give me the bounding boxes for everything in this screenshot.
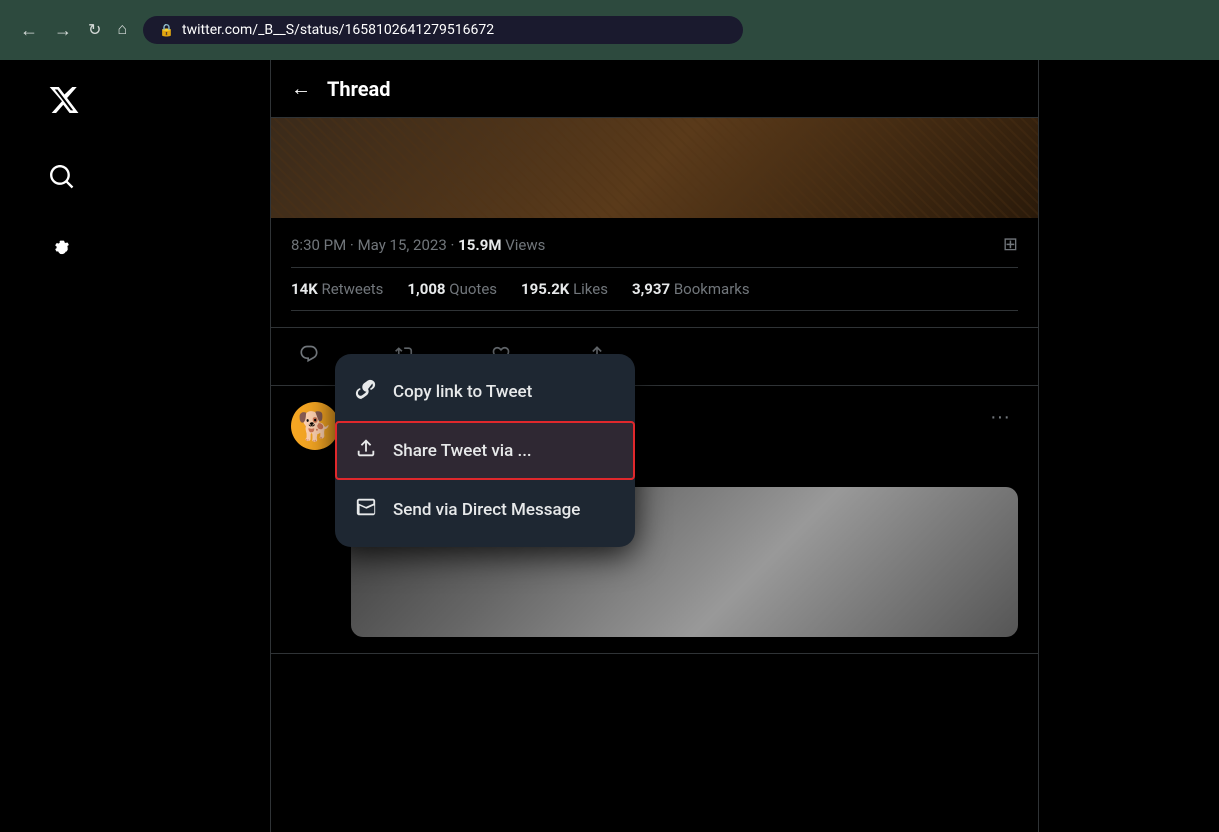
stat-bookmarks: 3,937 Bookmarks: [632, 280, 750, 298]
sidebar-item-settings[interactable]: [40, 228, 84, 279]
nav-buttons: ← → ↻ ⌂: [16, 16, 131, 45]
avatar: 🐕: [291, 402, 339, 450]
share-tweet-item[interactable]: Share Tweet via ...: [335, 421, 635, 480]
thread-title: Thread: [327, 77, 391, 101]
home-button[interactable]: ⌂: [113, 17, 131, 43]
avatar-image: 🐕: [298, 410, 333, 443]
time-views-row: 8:30 PM · May 15, 2023 · 15.9M Views ⊞: [291, 234, 1018, 255]
views-icon: ⊞: [1003, 234, 1018, 255]
forward-button[interactable]: →: [50, 16, 76, 45]
address-bar[interactable]: 🔒 twitter.com/_B__S/status/1658102641279…: [143, 16, 743, 44]
sidebar-item-explore[interactable]: [40, 155, 84, 204]
app-container: ← Thread 8:30 PM · May 15, 2023 · 15.9M …: [0, 60, 1219, 832]
sidebar: [0, 60, 270, 832]
share-tweet-label: Share Tweet via ...: [393, 441, 532, 461]
action-bar: Copy link to Tweet Share Tweet via ...: [271, 328, 1038, 386]
stat-retweets: 14K Retweets: [291, 280, 383, 298]
copy-link-icon: [355, 378, 377, 405]
main-content: ← Thread 8:30 PM · May 15, 2023 · 15.9M …: [270, 60, 1039, 832]
copy-link-item[interactable]: Copy link to Tweet: [335, 362, 635, 421]
send-dm-item[interactable]: Send via Direct Message: [335, 480, 635, 539]
share-dropdown: Copy link to Tweet Share Tweet via ...: [335, 354, 635, 547]
tweet-time: 8:30 PM · May 15, 2023 · 15.9M Views: [291, 236, 545, 254]
thread-header: ← Thread: [271, 60, 1038, 118]
twitter-logo[interactable]: [40, 76, 88, 131]
send-dm-label: Send via Direct Message: [393, 500, 580, 520]
more-options-button[interactable]: ···: [982, 402, 1018, 433]
back-button[interactable]: ←: [16, 16, 42, 45]
right-panel: [1039, 60, 1219, 832]
copy-link-label: Copy link to Tweet: [393, 382, 532, 402]
tweet-image: [271, 118, 1038, 218]
stat-likes: 195.2K Likes: [521, 280, 608, 298]
tweet-metadata: 8:30 PM · May 15, 2023 · 15.9M Views ⊞ 1…: [271, 218, 1038, 328]
lock-icon: 🔒: [159, 23, 174, 37]
browser-chrome: ← → ↻ ⌂ 🔒 twitter.com/_B__S/status/16581…: [0, 0, 1219, 60]
send-dm-icon: [355, 496, 377, 523]
back-arrow[interactable]: ←: [291, 76, 311, 101]
share-container: Copy link to Tweet Share Tweet via ...: [579, 344, 615, 369]
stat-quotes: 1,008 Quotes: [407, 280, 497, 298]
stats-row: 14K Retweets 1,008 Quotes 195.2K Likes 3…: [291, 267, 1018, 311]
url-text: twitter.com/_B__S/status/165810264127951…: [182, 22, 494, 38]
reload-button[interactable]: ↻: [84, 16, 105, 44]
reply-icon[interactable]: [291, 336, 327, 377]
share-tweet-icon: [355, 437, 377, 464]
